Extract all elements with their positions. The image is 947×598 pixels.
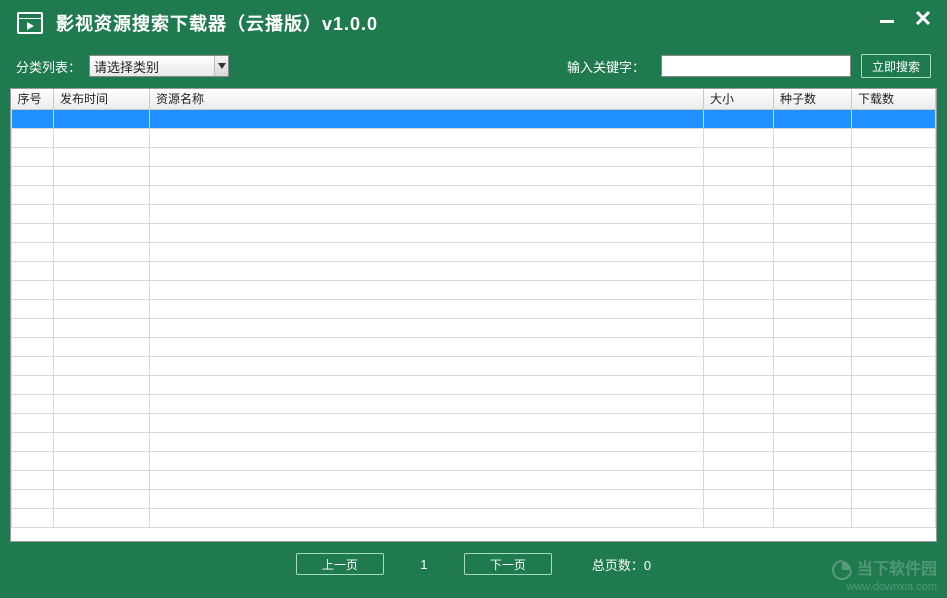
- pager: 上一页 1 下一页 总页数：0: [0, 542, 947, 586]
- table-header-row: 序号 发布时间 资源名称 大小 种子数 下载数: [12, 89, 936, 109]
- app-icon: [16, 9, 44, 37]
- keyword-input[interactable]: [661, 55, 851, 77]
- search-bar: 分类列表： 请选择类别 输入关键字： 立即搜索: [0, 46, 947, 86]
- col-seeds[interactable]: 种子数: [774, 89, 852, 109]
- search-button[interactable]: 立即搜索: [861, 54, 931, 78]
- prev-page-button[interactable]: 上一页: [296, 553, 384, 575]
- table-row[interactable]: [12, 242, 936, 261]
- table-row[interactable]: [12, 261, 936, 280]
- table-row[interactable]: [12, 394, 936, 413]
- close-button[interactable]: [913, 8, 933, 28]
- table-row[interactable]: [12, 147, 936, 166]
- category-label: 分类列表：: [16, 57, 81, 76]
- col-size[interactable]: 大小: [704, 89, 774, 109]
- table-row[interactable]: [12, 280, 936, 299]
- window-controls: [877, 8, 933, 28]
- minimize-button[interactable]: [877, 8, 897, 28]
- titlebar: 影视资源搜索下载器（云播版）v1.0.0: [0, 0, 947, 46]
- total-pages: 总页数：0: [592, 555, 651, 574]
- table-row[interactable]: [12, 109, 936, 128]
- current-page: 1: [414, 557, 434, 572]
- keyword-label: 输入关键字：: [567, 57, 645, 76]
- table-row[interactable]: [12, 166, 936, 185]
- table-row[interactable]: [12, 223, 936, 242]
- total-pages-label: 总页数：: [592, 558, 644, 573]
- table-row[interactable]: [12, 337, 936, 356]
- table-row[interactable]: [12, 432, 936, 451]
- table-row[interactable]: [12, 185, 936, 204]
- table-row[interactable]: [12, 508, 936, 527]
- total-pages-value: 0: [644, 558, 651, 573]
- col-seq[interactable]: 序号: [12, 89, 54, 109]
- next-page-button[interactable]: 下一页: [464, 553, 552, 575]
- table-row[interactable]: [12, 470, 936, 489]
- app-title: 影视资源搜索下载器（云播版）v1.0.0: [56, 10, 378, 36]
- table-row[interactable]: [12, 375, 936, 394]
- table-row[interactable]: [12, 413, 936, 432]
- col-downloads[interactable]: 下载数: [852, 89, 936, 109]
- table-row[interactable]: [12, 299, 936, 318]
- table-row[interactable]: [12, 204, 936, 223]
- chevron-down-icon: [214, 56, 228, 76]
- category-selected-text: 请选择类别: [94, 57, 159, 76]
- table-row[interactable]: [12, 489, 936, 508]
- col-name[interactable]: 资源名称: [150, 89, 704, 109]
- table-row[interactable]: [12, 318, 936, 337]
- col-time[interactable]: 发布时间: [54, 89, 150, 109]
- results-table: 序号 发布时间 资源名称 大小 种子数 下载数: [10, 88, 937, 542]
- category-select[interactable]: 请选择类别: [89, 55, 229, 77]
- table-row[interactable]: [12, 128, 936, 147]
- table-row[interactable]: [12, 451, 936, 470]
- table-row[interactable]: [12, 356, 936, 375]
